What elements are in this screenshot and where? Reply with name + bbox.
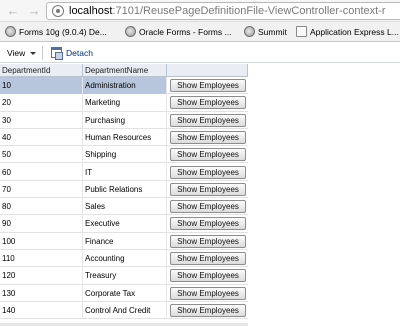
- view-menu[interactable]: View: [7, 47, 25, 59]
- table-row[interactable]: 140 Control And Credit Show Employees: [0, 301, 248, 320]
- url-input[interactable]: localhost:7101/ReusePageDefinitionFile-V…: [46, 2, 400, 20]
- table-row[interactable]: 130 Corporate Tax Show Employees: [0, 284, 248, 302]
- department-name-cell: Finance: [83, 232, 167, 250]
- department-id-cell: 80: [0, 198, 83, 216]
- show-employees-button[interactable]: Show Employees: [170, 148, 246, 162]
- show-employees-button[interactable]: Show Employees: [170, 182, 246, 196]
- department-name-cell: Administration: [83, 77, 167, 94]
- url-text: localhost:7101/ReusePageDefinitionFile-V…: [69, 5, 386, 17]
- department-name-cell: Accounting: [83, 250, 167, 267]
- show-employees-button[interactable]: Show Employees: [170, 286, 246, 300]
- department-id-cell: 30: [0, 111, 83, 129]
- department-name-cell: Control And Credit: [83, 301, 167, 319]
- department-name-cell: Marketing: [83, 94, 167, 112]
- department-name-cell: Sales: [83, 198, 167, 216]
- department-id-cell: 90: [0, 215, 83, 233]
- department-id-cell: 140: [0, 301, 83, 319]
- toolbar-divider: [42, 46, 43, 60]
- column-header-actions: [167, 64, 248, 77]
- table-row[interactable]: 70 Public Relations Show Employees: [0, 180, 248, 199]
- table-header: DepartmentId DepartmentName: [0, 64, 248, 77]
- panel-toolbar: View Detach: [0, 43, 400, 63]
- forward-arrow-icon[interactable]: →: [27, 4, 41, 18]
- department-name-cell: Shipping: [83, 146, 167, 164]
- department-id-cell: 130: [0, 284, 83, 302]
- show-employees-button[interactable]: Show Employees: [170, 130, 246, 144]
- table-row[interactable]: 80 Sales Show Employees: [0, 198, 248, 216]
- chevron-down-icon[interactable]: [30, 52, 36, 55]
- show-employees-button[interactable]: Show Employees: [170, 79, 246, 92]
- detach-button[interactable]: Detach: [66, 47, 93, 59]
- globe-icon: [125, 26, 136, 37]
- page-info-icon[interactable]: [52, 5, 64, 17]
- department-name-cell: Public Relations: [83, 180, 167, 198]
- show-employees-button[interactable]: Show Employees: [170, 200, 246, 214]
- table-row[interactable]: 40 Human Resources Show Employees: [0, 128, 248, 147]
- table-row[interactable]: 20 Marketing Show Employees: [0, 94, 248, 112]
- department-name-cell: Human Resources: [83, 128, 167, 146]
- table-row[interactable]: 60 IT Show Employees: [0, 163, 248, 181]
- table-row[interactable]: 90 Executive Show Employees: [0, 215, 248, 233]
- show-employees-button[interactable]: Show Employees: [170, 165, 246, 179]
- department-name-cell: Purchasing: [83, 111, 167, 129]
- table-row[interactable]: 50 Shipping Show Employees: [0, 146, 248, 164]
- column-header-department-name[interactable]: DepartmentName: [83, 64, 167, 77]
- department-name-cell: Executive: [83, 215, 167, 233]
- back-arrow-icon[interactable]: ←: [6, 4, 20, 18]
- show-employees-button[interactable]: Show Employees: [170, 269, 246, 283]
- department-name-cell: Treasury: [83, 267, 167, 285]
- department-id-cell: 10: [0, 77, 83, 94]
- department-id-cell: 100: [0, 232, 83, 250]
- browser-address-bar: ← → localhost:7101/ReusePageDefinitionFi…: [0, 0, 400, 22]
- bookmarks-bar: Forms 10g (9.0.4) De... Oracle Forms - F…: [0, 22, 400, 42]
- document-icon: [296, 26, 307, 37]
- show-employees-button[interactable]: Show Employees: [170, 303, 246, 317]
- department-name-cell: Corporate Tax: [83, 284, 167, 302]
- show-employees-button[interactable]: Show Employees: [170, 252, 246, 265]
- show-employees-button[interactable]: Show Employees: [170, 234, 246, 248]
- department-id-cell: 20: [0, 94, 83, 112]
- globe-icon: [244, 26, 255, 37]
- department-id-cell: 120: [0, 267, 83, 285]
- department-id-cell: 60: [0, 163, 83, 181]
- department-id-cell: 110: [0, 250, 83, 267]
- show-employees-button[interactable]: Show Employees: [170, 113, 246, 127]
- globe-icon: [5, 26, 16, 37]
- table-row[interactable]: 120 Treasury Show Employees: [0, 267, 248, 285]
- table-row[interactable]: 30 Purchasing Show Employees: [0, 111, 248, 129]
- table-row[interactable]: 10 Administration Show Employees: [0, 77, 248, 95]
- department-id-cell: 70: [0, 180, 83, 198]
- department-id-cell: 50: [0, 146, 83, 164]
- department-name-cell: IT: [83, 163, 167, 181]
- detach-icon[interactable]: [51, 47, 63, 60]
- table-row[interactable]: 110 Accounting Show Employees: [0, 250, 248, 268]
- department-id-cell: 40: [0, 128, 83, 146]
- show-employees-button[interactable]: Show Employees: [170, 96, 246, 110]
- table-row[interactable]: 100 Finance Show Employees: [0, 232, 248, 250]
- column-header-department-id[interactable]: DepartmentId: [0, 64, 83, 77]
- show-employees-button[interactable]: Show Employees: [170, 217, 246, 231]
